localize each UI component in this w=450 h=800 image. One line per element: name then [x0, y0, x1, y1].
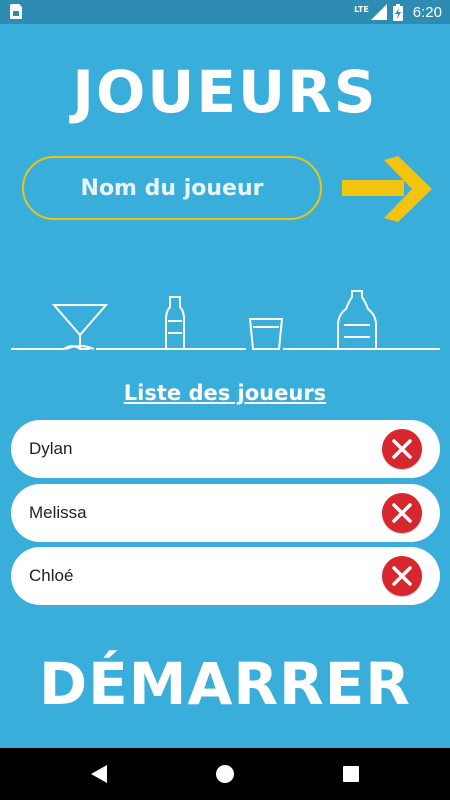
clock: 6:20	[412, 3, 442, 21]
player-name: Chloé	[29, 566, 74, 585]
player-list-heading: Liste des joueurs	[123, 381, 327, 405]
remove-player-button[interactable]	[382, 493, 422, 533]
remove-player-button[interactable]	[382, 429, 422, 469]
tumbler-glass-icon	[248, 318, 284, 350]
close-icon	[392, 566, 412, 586]
list-item: Dylan	[11, 420, 440, 478]
list-item: Chloé	[11, 547, 440, 605]
whisky-bottle-icon	[337, 290, 377, 350]
bottle-icon	[165, 296, 185, 350]
martini-glass-icon	[51, 304, 109, 350]
player-name: Dylan	[29, 439, 73, 458]
close-icon	[392, 439, 412, 459]
page-title: JOUEURS	[72, 58, 378, 126]
bar-shelf-illustration	[11, 290, 440, 350]
remove-player-button[interactable]	[382, 556, 422, 596]
network-type: LTE	[354, 4, 369, 14]
add-player-button[interactable]	[340, 156, 432, 222]
recents-icon[interactable]	[339, 762, 363, 786]
signal-icon	[370, 4, 387, 20]
home-icon[interactable]	[213, 762, 237, 786]
back-icon[interactable]	[87, 762, 111, 786]
start-button[interactable]: DÉMARRER	[0, 650, 450, 718]
player-name: Melissa	[29, 503, 87, 522]
status-bar: LTE 6:20	[0, 0, 450, 24]
battery-charging-icon	[392, 3, 403, 21]
player-name-input[interactable]	[22, 156, 322, 220]
list-item: Melissa	[11, 484, 440, 542]
navigation-bar	[0, 748, 450, 800]
arrow-right-icon	[342, 156, 432, 222]
sim-card-icon	[10, 4, 22, 19]
close-icon	[392, 503, 412, 523]
